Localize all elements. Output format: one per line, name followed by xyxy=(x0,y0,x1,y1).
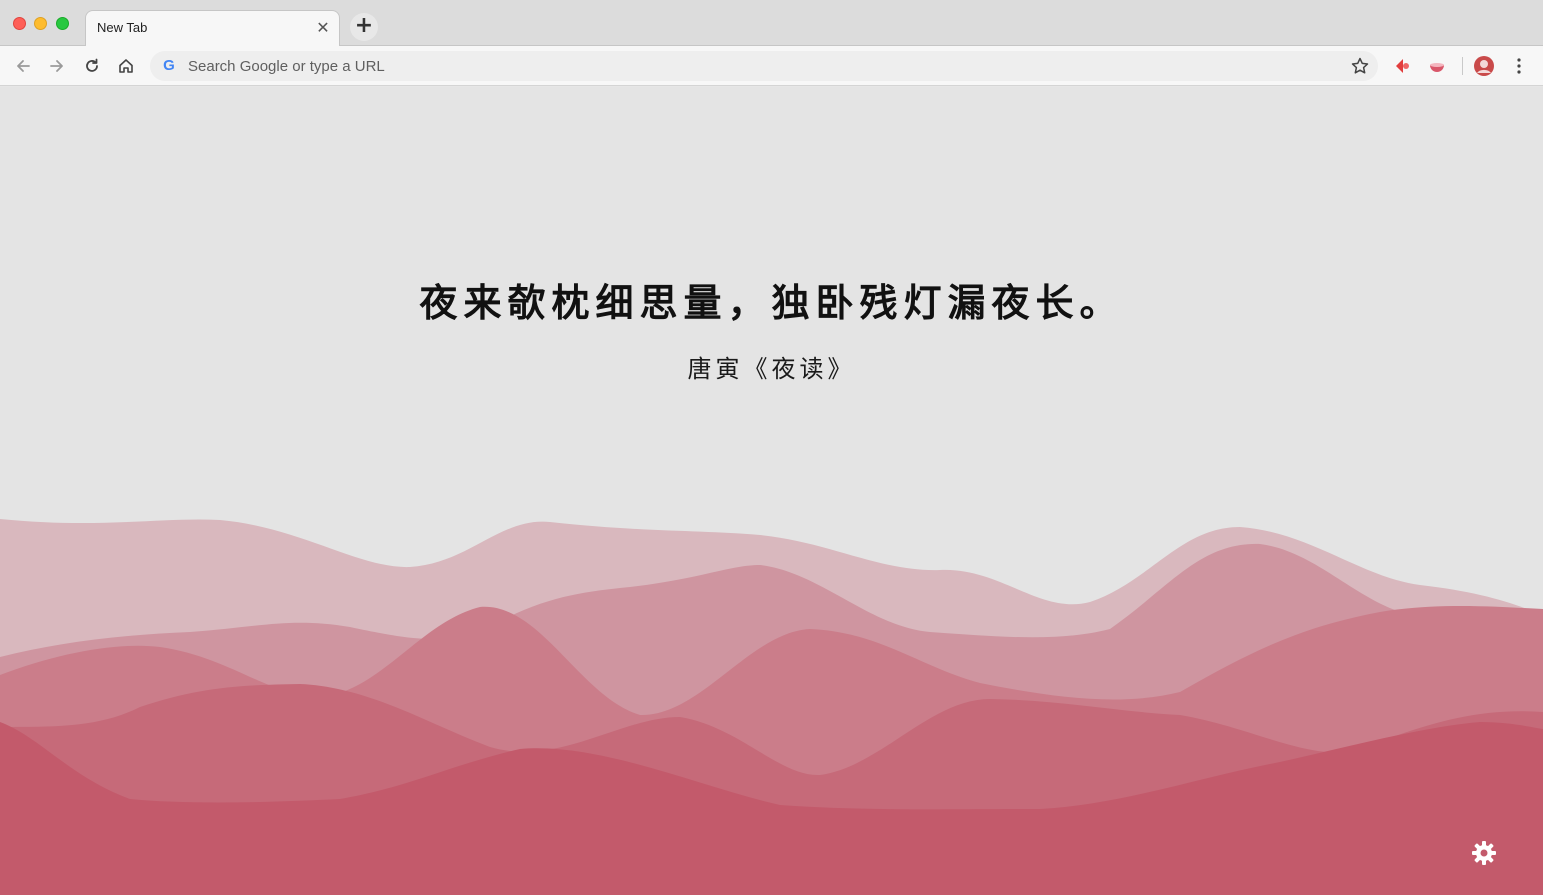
tab-strip: New Tab ✕ + xyxy=(0,0,1543,47)
back-arrow-icon[interactable] xyxy=(11,54,35,78)
home-icon[interactable] xyxy=(114,54,138,78)
minimize-window-button[interactable] xyxy=(34,17,47,30)
new-tab-page: 夜来欹枕细思量，独卧残灯漏夜长。 唐寅《夜读》 xyxy=(0,87,1543,895)
omnibox[interactable]: G xyxy=(150,51,1378,81)
kebab-menu-icon[interactable] xyxy=(1508,55,1530,77)
profile-avatar-icon[interactable] xyxy=(1473,55,1495,77)
forward-arrow-icon[interactable] xyxy=(45,54,69,78)
red-extension-icon[interactable] xyxy=(1391,55,1413,77)
google-logo-icon: G xyxy=(163,57,175,74)
mountain-waves-background xyxy=(0,519,1543,895)
poem-source: 唐寅《夜读》 xyxy=(687,355,856,383)
browser-toolbar: G xyxy=(0,46,1543,86)
close-icon[interactable]: ✕ xyxy=(315,20,331,36)
toolbar-separator xyxy=(1462,57,1463,75)
maximize-window-button[interactable] xyxy=(56,17,69,30)
poem-line: 夜来欹枕细思量，独卧残灯漏夜长。 xyxy=(419,280,1124,325)
gear-icon[interactable] xyxy=(1468,837,1500,869)
close-window-button[interactable] xyxy=(13,17,26,30)
pink-bowl-extension-icon[interactable] xyxy=(1426,55,1448,77)
new-tab-button[interactable]: + xyxy=(350,13,378,41)
star-icon[interactable] xyxy=(1350,56,1370,76)
tab-title: New Tab xyxy=(97,20,148,35)
tab-new-tab[interactable]: New Tab ✕ xyxy=(85,10,340,47)
reload-icon[interactable] xyxy=(80,54,104,78)
address-bar-input[interactable] xyxy=(186,51,1336,81)
